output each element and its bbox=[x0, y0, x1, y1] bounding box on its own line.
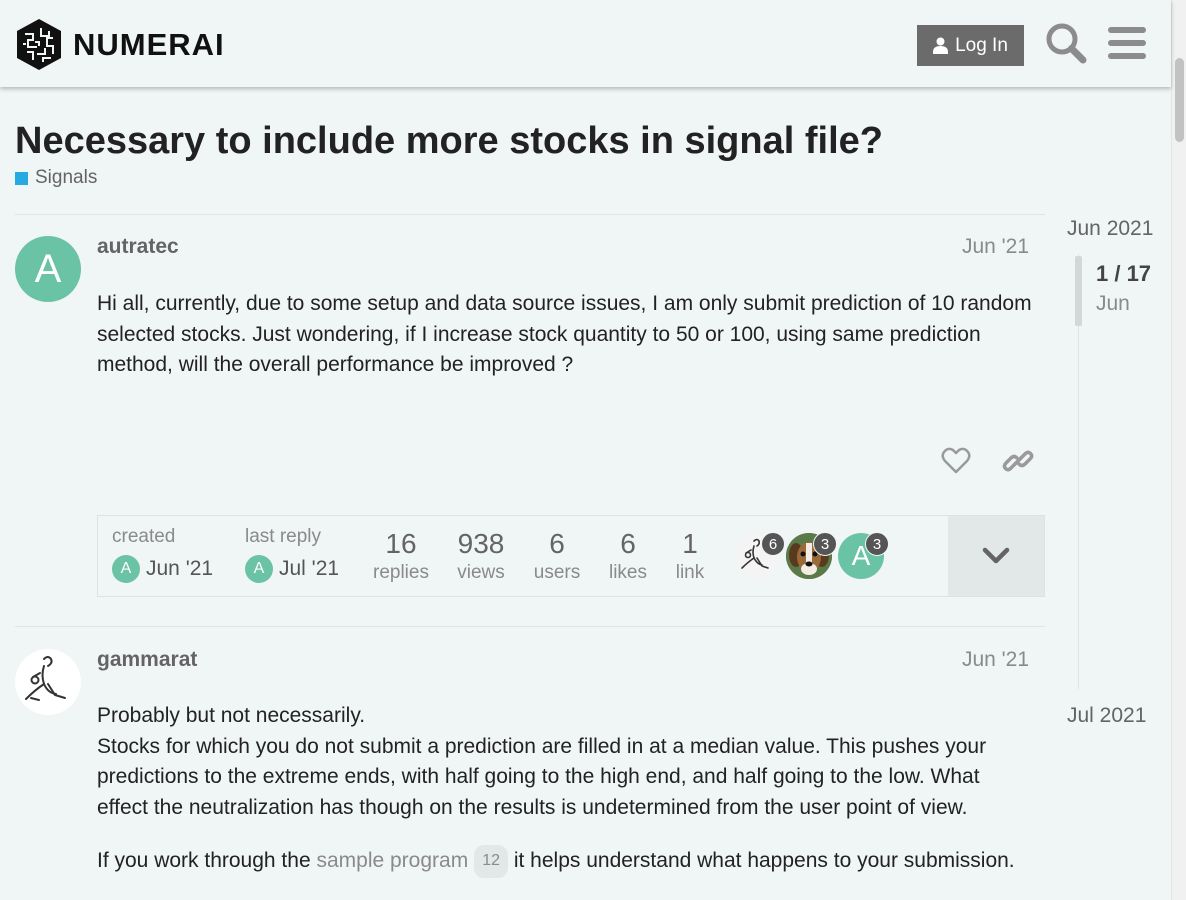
avatar[interactable]: A bbox=[15, 236, 81, 302]
participant-post-count: 3 bbox=[813, 532, 837, 556]
post-paragraph: Probably but not necessarily. bbox=[97, 704, 366, 727]
last-reply-info[interactable]: last reply A Jul '21 bbox=[245, 526, 339, 583]
paragraph-text: it helps understand what happens to your… bbox=[513, 849, 1015, 872]
hamburger-menu-icon[interactable] bbox=[1104, 20, 1150, 66]
stat-number: 6 bbox=[620, 528, 636, 559]
expand-topic-map-button[interactable] bbox=[948, 516, 1044, 596]
timeline-end-date[interactable]: Jul 2021 bbox=[1067, 704, 1146, 728]
paragraph-text: If you work through the bbox=[97, 849, 311, 872]
stat-views: 938 views bbox=[450, 528, 512, 584]
created-info[interactable]: created A Jun '21 bbox=[112, 526, 213, 583]
search-icon[interactable] bbox=[1043, 20, 1089, 66]
stat-label: replies bbox=[373, 562, 429, 583]
site-logo[interactable]: NUMERAI bbox=[15, 18, 225, 71]
scrollbar-thumb[interactable] bbox=[1175, 58, 1184, 142]
last-reply-date: Jul '21 bbox=[279, 557, 340, 580]
topic-title[interactable]: Necessary to include more stocks in sign… bbox=[15, 120, 883, 163]
stat-number: 938 bbox=[457, 528, 505, 559]
sample-program-link[interactable]: sample program bbox=[316, 849, 468, 872]
stat-label: users bbox=[533, 562, 581, 583]
last-reply-label: last reply bbox=[245, 526, 322, 547]
avatar-letter: A bbox=[34, 246, 62, 291]
numerai-logo-icon bbox=[17, 19, 61, 70]
topic-map-summary: created A Jun '21 last reply A Jul '21 1… bbox=[98, 516, 949, 596]
post-date[interactable]: Jun '21 bbox=[962, 235, 1029, 259]
chevron-down-icon bbox=[982, 547, 1010, 564]
stat-label: link bbox=[675, 562, 705, 583]
avatar: A bbox=[112, 555, 140, 583]
created-label: created bbox=[112, 526, 176, 547]
avatar: A bbox=[245, 555, 273, 583]
participant-post-count: 3 bbox=[865, 532, 889, 556]
created-date: Jun '21 bbox=[146, 557, 214, 580]
timeline-current-date: Jun bbox=[1096, 292, 1130, 315]
link-icon[interactable] bbox=[1002, 445, 1034, 477]
stat-number: 6 bbox=[549, 528, 565, 559]
category-color-swatch bbox=[15, 171, 28, 185]
stat-replies: 16 replies bbox=[369, 528, 433, 584]
post-paragraph: Hi all, currently, due to some setup and… bbox=[97, 292, 1032, 376]
login-label: Log In bbox=[955, 34, 1008, 56]
stat-label: likes bbox=[608, 562, 647, 583]
stat-number: 1 bbox=[682, 528, 698, 559]
participant-post-count: 6 bbox=[761, 532, 785, 556]
page-scrollbar[interactable] bbox=[1171, 0, 1186, 900]
category-badge[interactable]: Signals bbox=[15, 167, 97, 189]
kangaroo-sketch-avatar-icon bbox=[25, 656, 66, 701]
stat-users: 6 users bbox=[529, 528, 585, 584]
login-button[interactable]: Log In bbox=[917, 25, 1024, 66]
post-date[interactable]: Jun '21 bbox=[962, 648, 1029, 672]
heart-icon[interactable] bbox=[940, 445, 972, 477]
stat-likes: 6 likes bbox=[603, 528, 653, 584]
post-divider bbox=[15, 626, 1045, 627]
timeline-start-date[interactable]: Jun 2021 bbox=[1067, 217, 1153, 241]
post-username[interactable]: autratec bbox=[97, 235, 179, 259]
post-body: Hi all, currently, due to some setup and… bbox=[97, 289, 1032, 381]
stat-links: 1 link bbox=[670, 528, 710, 584]
stat-label: views bbox=[457, 562, 505, 583]
post-divider bbox=[15, 214, 1045, 215]
category-name: Signals bbox=[35, 167, 98, 188]
avatar[interactable] bbox=[15, 649, 81, 715]
timeline-handle[interactable] bbox=[1075, 256, 1082, 326]
topic-map: created A Jun '21 last reply A Jul '21 1… bbox=[97, 515, 1045, 597]
post-paragraph: Stocks for which you do not submit a pre… bbox=[97, 734, 987, 819]
logo-text: NUMERAI bbox=[73, 26, 225, 62]
post-paragraph: If you work through the sample program 12… bbox=[97, 845, 1032, 878]
stat-number: 16 bbox=[385, 528, 417, 559]
link-click-count: 12 bbox=[474, 845, 508, 878]
post-username[interactable]: gammarat bbox=[97, 648, 197, 672]
site-header: NUMERAI Log In bbox=[0, 0, 1171, 87]
user-icon bbox=[933, 37, 949, 54]
timeline-progress: 1 / 17 bbox=[1096, 261, 1152, 286]
post-body: Probably but not necessarily. Stocks for… bbox=[97, 701, 1032, 878]
